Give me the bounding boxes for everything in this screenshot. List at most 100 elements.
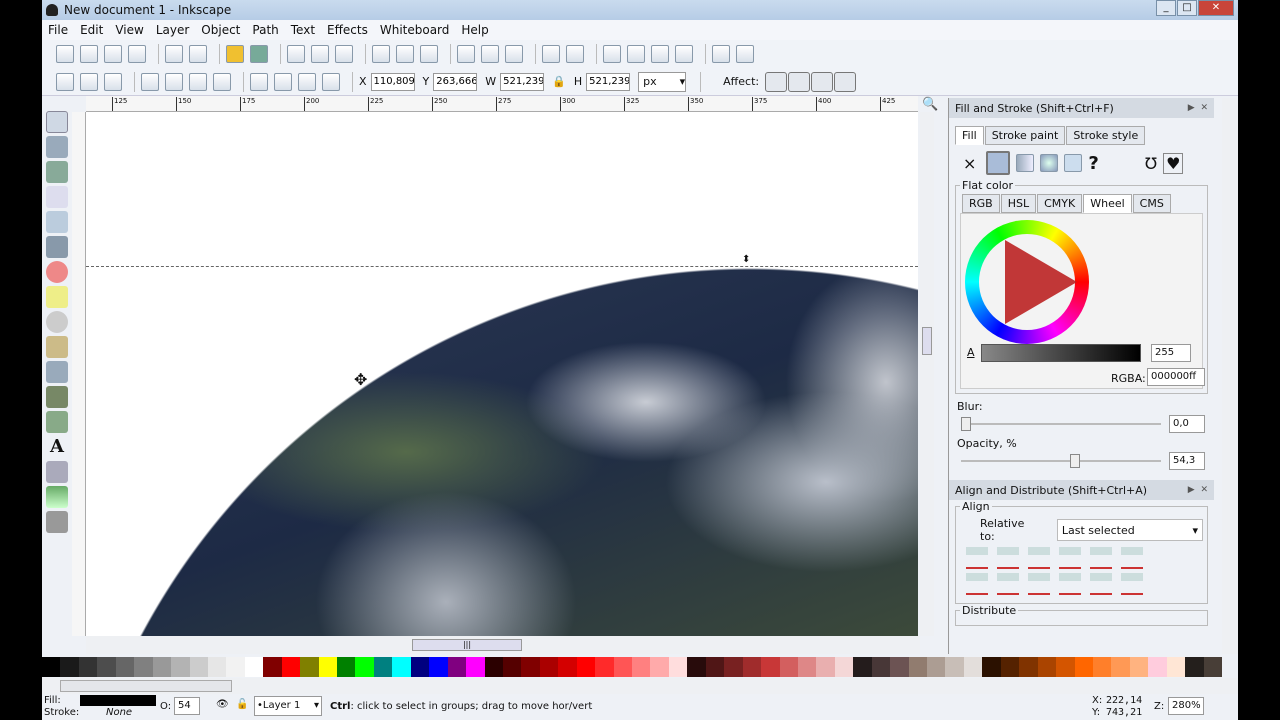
palette-swatch[interactable] (908, 657, 927, 677)
menu-whiteboard[interactable]: Whiteboard (380, 23, 450, 37)
palette-swatch[interactable] (779, 657, 798, 677)
linear-gradient-button[interactable] (1016, 154, 1035, 172)
ungroup-icon[interactable] (566, 45, 584, 63)
blur-slider[interactable]: 0,0 (955, 415, 1208, 433)
rotate-cw-icon[interactable] (165, 72, 183, 91)
align-left-edges-icon[interactable] (997, 547, 1019, 569)
fill-stroke-icon[interactable] (603, 45, 621, 63)
palette-swatch[interactable] (1074, 657, 1093, 677)
tab-cms[interactable]: CMS (1132, 194, 1171, 213)
palette-swatch[interactable] (410, 657, 430, 677)
opacity-input[interactable]: 54,3 (1169, 452, 1205, 470)
lock-icon[interactable]: 🔒 (552, 75, 566, 88)
menu-file[interactable]: File (48, 23, 68, 37)
zoom-drawing-icon[interactable] (396, 45, 414, 63)
palette-swatch[interactable] (742, 657, 762, 677)
palette-swatch[interactable] (687, 657, 706, 677)
affect-corners-button[interactable] (788, 71, 811, 92)
no-paint-button[interactable]: × (963, 154, 976, 173)
document-properties-icon[interactable] (736, 45, 754, 63)
earth-image[interactable] (86, 112, 918, 636)
raise-top-icon[interactable] (322, 72, 340, 91)
palette-swatch[interactable] (355, 657, 374, 677)
dropper-tool-icon[interactable] (46, 511, 68, 533)
redo-icon[interactable] (250, 45, 268, 63)
fill-rule-nonzero-icon[interactable]: ♥ (1163, 152, 1184, 174)
pencil-tool-icon[interactable] (46, 336, 68, 358)
palette-swatch[interactable] (539, 657, 559, 677)
scale-handle-icon[interactable]: ⬍ (742, 254, 750, 265)
tab-hsl[interactable]: HSL (1000, 194, 1037, 213)
ellipse-tool-icon[interactable] (46, 261, 68, 283)
palette-swatch[interactable] (761, 657, 780, 677)
align-top-edges-icon[interactable] (997, 573, 1019, 595)
palette-swatch[interactable] (797, 657, 817, 677)
lower-bottom-icon[interactable] (250, 72, 268, 91)
palette-swatch[interactable] (60, 657, 79, 677)
palette-swatch[interactable] (963, 657, 983, 677)
tab-fill[interactable]: Fill (955, 126, 984, 145)
center-horizontal-axis-icon[interactable] (1028, 573, 1050, 595)
palette-swatch[interactable] (834, 657, 854, 677)
align-top-anchor-icon[interactable] (1090, 573, 1112, 595)
menu-view[interactable]: View (115, 23, 143, 37)
close-button[interactable]: ✕ (1198, 0, 1234, 16)
menu-layer[interactable]: Layer (156, 23, 189, 37)
zoom-input[interactable]: 280% (1168, 697, 1204, 715)
palette-swatch[interactable] (521, 657, 540, 677)
affect-patterns-button[interactable] (834, 71, 857, 92)
x-input[interactable] (370, 72, 415, 91)
undo-icon[interactable] (226, 45, 244, 63)
palette-swatch[interactable] (890, 657, 909, 677)
palette-swatch[interactable] (300, 657, 319, 677)
cut-icon[interactable] (311, 45, 329, 63)
rotate-ccw-icon[interactable] (141, 72, 159, 91)
tab-cmyk[interactable]: CMYK (1037, 194, 1083, 213)
align-baseline-vertical-icon[interactable] (1121, 547, 1143, 569)
palette-swatch[interactable] (189, 657, 208, 677)
palette-swatch[interactable] (466, 657, 485, 677)
panel-scrollbar[interactable] (1222, 98, 1238, 654)
palette-swatch[interactable] (484, 657, 503, 677)
palette-swatch[interactable] (263, 657, 282, 677)
align-baseline-horizontal-icon[interactable] (1121, 573, 1143, 595)
paint-bucket-tool-icon[interactable] (46, 411, 68, 433)
collapse-icon[interactable]: ▶ (1188, 485, 1195, 495)
palette-swatch[interactable] (281, 657, 301, 677)
palette-swatch[interactable] (207, 657, 227, 677)
node-tool-icon[interactable] (46, 136, 68, 158)
palette-swatch[interactable] (1056, 657, 1075, 677)
align-bottom-edges-icon[interactable] (966, 573, 988, 595)
palette-swatch[interactable] (1129, 657, 1149, 677)
zoom-selection-icon[interactable] (372, 45, 390, 63)
palette-swatch[interactable] (650, 657, 669, 677)
affect-stroke-button[interactable] (765, 71, 788, 92)
star-tool-icon[interactable] (46, 286, 68, 308)
raise-icon[interactable] (298, 72, 316, 91)
palette-swatch[interactable] (982, 657, 1001, 677)
radial-gradient-button[interactable] (1040, 154, 1059, 172)
layer-select[interactable]: •Layer 1 ▾ (254, 696, 322, 716)
w-input[interactable] (500, 72, 545, 91)
alpha-slider[interactable] (981, 344, 1141, 362)
save-icon[interactable] (104, 45, 122, 63)
spiral-tool-icon[interactable] (46, 311, 68, 333)
menu-help[interactable]: Help (461, 23, 488, 37)
palette-swatch[interactable] (871, 657, 891, 677)
vertical-ruler[interactable] (72, 112, 86, 636)
palette-swatch[interactable] (558, 657, 577, 677)
palette-swatch[interactable] (945, 657, 964, 677)
paste-icon[interactable] (335, 45, 353, 63)
palette-swatch[interactable] (134, 657, 153, 677)
clone-icon[interactable] (481, 45, 499, 63)
y-input[interactable] (433, 72, 478, 91)
affect-gradients-button[interactable] (811, 71, 834, 92)
unit-select[interactable]: px ▾ (638, 71, 687, 92)
palette-swatch[interactable] (337, 657, 356, 677)
align-bottom-sides-icon[interactable] (1059, 573, 1081, 595)
palette-swatch[interactable] (927, 657, 946, 677)
palette-swatch[interactable] (816, 657, 835, 677)
drawing-canvas[interactable]: ✥ ⬍ (86, 112, 918, 636)
close-panel-icon[interactable]: ✕ (1200, 103, 1208, 113)
select-all-layers-icon[interactable] (80, 72, 98, 91)
